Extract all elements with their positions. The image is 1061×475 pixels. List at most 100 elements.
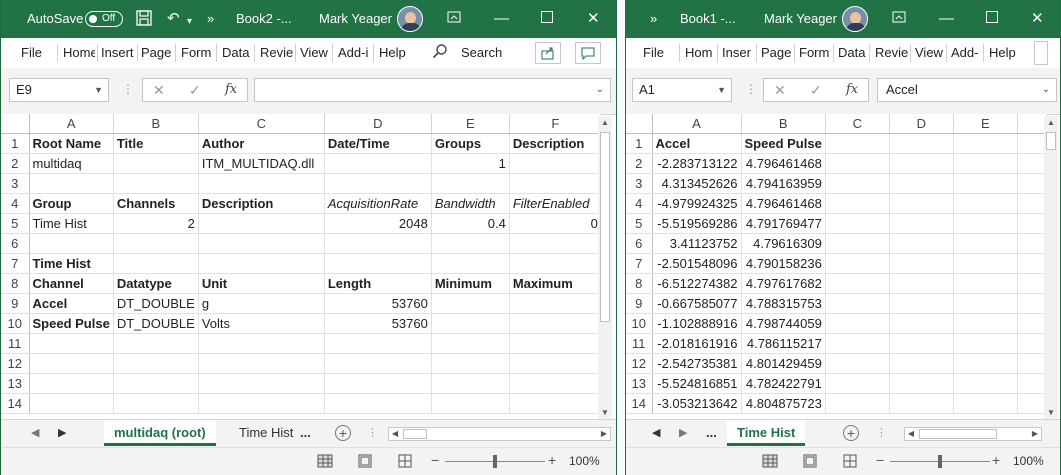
cell-overflow[interactable] <box>1017 153 1048 174</box>
scroll-left-icon[interactable]: ◀ <box>905 428 917 440</box>
maximize-icon[interactable] <box>541 10 553 28</box>
cell-f9[interactable] <box>509 293 602 314</box>
cell-overflow[interactable] <box>1017 373 1048 394</box>
cell-c4[interactable]: Description <box>198 193 325 214</box>
cell-f2[interactable] <box>509 153 602 174</box>
more-sheets[interactable]: ... <box>706 420 717 446</box>
cell-f5[interactable]: 0 <box>509 213 602 234</box>
row-header[interactable]: 10 <box>1 313 30 334</box>
column-header-f[interactable]: F <box>509 114 602 134</box>
cell-e8[interactable]: Minimum <box>431 273 510 294</box>
scroll-thumb[interactable] <box>600 132 610 322</box>
cell-d7[interactable] <box>889 253 954 274</box>
minimize-icon[interactable]: — <box>939 10 954 28</box>
undo-dropdown-icon[interactable]: ▾ <box>187 13 192 31</box>
minimize-icon[interactable]: — <box>494 10 509 28</box>
column-header-b[interactable]: B <box>113 114 199 134</box>
page-break-icon[interactable] <box>397 453 413 469</box>
cell-d2[interactable] <box>324 153 432 174</box>
close-icon[interactable]: ✕ <box>587 10 600 28</box>
cell-c4[interactable] <box>825 193 890 214</box>
cell-f1[interactable]: Description <box>509 133 602 154</box>
column-header-d[interactable]: D <box>324 114 432 134</box>
cell-e3[interactable] <box>953 173 1018 194</box>
select-all-corner[interactable] <box>1 114 30 134</box>
row-header[interactable]: 14 <box>626 393 653 414</box>
cell-e7[interactable] <box>953 253 1018 274</box>
cell-a11[interactable] <box>29 333 114 354</box>
cell-c8[interactable] <box>825 273 890 294</box>
ribbon-display-icon[interactable] <box>892 10 906 29</box>
cancel-icon[interactable]: ✕ <box>153 82 165 99</box>
cell-c7[interactable] <box>825 253 890 274</box>
cell-b4[interactable]: 4.796461468 <box>741 193 826 214</box>
row-header[interactable]: 3 <box>626 173 653 194</box>
cell-d10[interactable] <box>889 313 954 334</box>
row-header[interactable]: 1 <box>1 133 30 154</box>
tab-split-grip-icon[interactable]: ⋮ <box>367 426 378 439</box>
cell-e3[interactable] <box>431 173 510 194</box>
cell-a8[interactable]: Channel <box>29 273 114 294</box>
cell-c12[interactable] <box>825 353 890 374</box>
cell-c11[interactable] <box>198 333 325 354</box>
cell-e10[interactable] <box>431 313 510 334</box>
cell-b7[interactable]: 4.790158236 <box>741 253 826 274</box>
share-button[interactable] <box>535 42 561 64</box>
cell-e11[interactable] <box>953 333 1018 354</box>
cell-overflow[interactable] <box>1017 233 1048 254</box>
cell-d3[interactable] <box>889 173 954 194</box>
cell-a5[interactable]: -5.519569286 <box>652 213 742 234</box>
cell-e13[interactable] <box>953 373 1018 394</box>
cell-e6[interactable] <box>431 233 510 254</box>
cell-d12[interactable] <box>889 353 954 374</box>
row-header[interactable]: 13 <box>626 373 653 394</box>
cell-b3[interactable] <box>113 173 199 194</box>
row-header[interactable]: 12 <box>626 353 653 374</box>
scroll-right-icon[interactable]: ▶ <box>598 428 610 440</box>
row-header[interactable]: 4 <box>1 193 30 214</box>
cell-d4[interactable]: AcquisitionRate <box>324 193 432 214</box>
cell-b14[interactable] <box>113 393 199 414</box>
cell-c2[interactable] <box>825 153 890 174</box>
column-header-c[interactable]: C <box>198 114 325 134</box>
page-layout-icon[interactable] <box>357 453 373 469</box>
tab-multidaq-root[interactable]: multidaq (root) <box>104 420 216 446</box>
cell-c6[interactable] <box>198 233 325 254</box>
cell-b12[interactable] <box>113 353 199 374</box>
cell-d12[interactable] <box>324 353 432 374</box>
cell-f12[interactable] <box>509 353 602 374</box>
cancel-icon[interactable]: ✕ <box>774 82 786 99</box>
row-header[interactable]: 12 <box>1 353 30 374</box>
row-header[interactable]: 6 <box>626 233 653 254</box>
cell-a9[interactable]: Accel <box>29 293 114 314</box>
cell-c13[interactable] <box>825 373 890 394</box>
enter-icon[interactable]: ✓ <box>189 82 201 99</box>
normal-view-icon[interactable] <box>762 453 778 469</box>
cell-c14[interactable] <box>825 393 890 414</box>
cell-f6[interactable] <box>509 233 602 254</box>
avatar[interactable] <box>397 6 423 32</box>
cell-overflow[interactable] <box>1017 253 1048 274</box>
cell-b10[interactable]: DT_DOUBLE <box>113 313 199 334</box>
name-box[interactable]: E9 ▼ <box>9 78 109 102</box>
menu-insert[interactable]: Insert <box>101 45 136 60</box>
cell-f14[interactable] <box>509 393 602 414</box>
zoom-out-icon[interactable]: − <box>431 452 439 468</box>
row-header[interactable]: 7 <box>626 253 653 274</box>
worksheet-grid[interactable]: A B C D E F 1 Root Name Title Author Date/Time Grou… <box>1 114 602 414</box>
cell-b2[interactable] <box>113 153 199 174</box>
cell-b3[interactable]: 4.794163959 <box>741 173 826 194</box>
more-commands-icon[interactable]: » <box>650 10 657 28</box>
menu-formulas[interactable]: Form <box>799 45 829 60</box>
row-header[interactable]: 5 <box>1 213 30 234</box>
column-header-a[interactable]: A <box>29 114 114 134</box>
zoom-out-icon[interactable]: − <box>876 452 884 468</box>
cell-a3[interactable] <box>29 173 114 194</box>
menu-data[interactable]: Data <box>222 45 249 60</box>
page-break-icon[interactable] <box>842 453 858 469</box>
scroll-right-icon[interactable]: ▶ <box>1029 428 1041 440</box>
cell-f11[interactable] <box>509 333 602 354</box>
formula-input[interactable]: ⌄ <box>254 78 611 102</box>
page-layout-icon[interactable] <box>802 453 818 469</box>
cell-c8[interactable]: Unit <box>198 273 325 294</box>
